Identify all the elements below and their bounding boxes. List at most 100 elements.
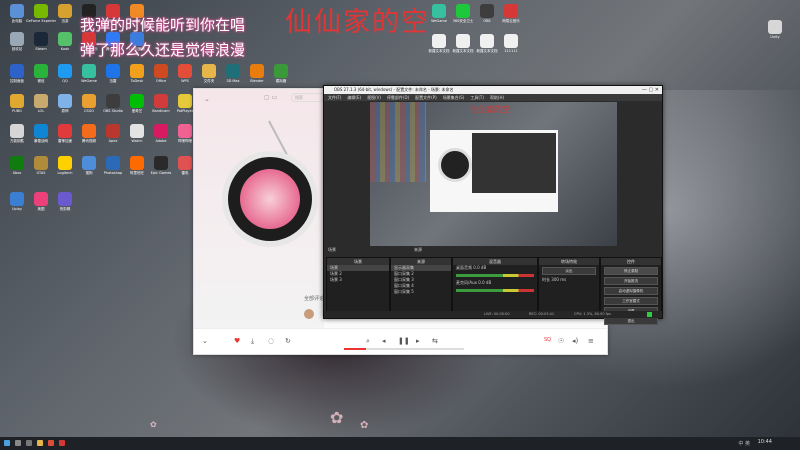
search-icon[interactable]: [15, 440, 21, 446]
transitions-header: 转场特效: [539, 258, 599, 265]
app-icon: [34, 32, 48, 46]
input-method[interactable]: 中 英: [738, 440, 750, 447]
share-icon[interactable]: ↻: [285, 337, 291, 345]
progress-bar[interactable]: [344, 348, 464, 350]
music-left-panel: ⌄ ▢ ▭ 搜索: [194, 89, 324, 329]
obs-menu-bar: 文件(F) 编辑(E) 视图(V) 停靠部件(D) 配置文件(P) 场景集合(S) 工具(T…: [324, 94, 662, 101]
next-track-icon[interactable]: ▸: [416, 337, 420, 345]
app-icon: [154, 94, 168, 108]
taskbar-clock[interactable]: 10:44: [758, 439, 772, 445]
music-taskbar-icon[interactable]: [59, 440, 65, 446]
preview-title: 仙仙家的空: [470, 105, 510, 114]
app-icon: [10, 4, 24, 18]
preview-obs-window: [472, 133, 556, 193]
app-icon: [34, 192, 48, 206]
app-icon: [456, 34, 470, 48]
control-button[interactable]: 开始推流: [604, 277, 658, 285]
obs-menu-item[interactable]: 帮助(H): [490, 95, 504, 100]
mixer-meter: [456, 289, 534, 292]
pause-icon[interactable]: ❚❚: [398, 337, 410, 345]
chevron-down-icon[interactable]: ⌄: [204, 95, 210, 103]
app-icon: [10, 192, 24, 206]
status-rec: REC: 00:03:41: [529, 312, 555, 316]
control-button[interactable]: 工作室模式: [604, 297, 658, 305]
explorer-icon[interactable]: [37, 440, 43, 446]
obs-preview[interactable]: 仙仙家的空: [370, 102, 617, 246]
album-record: [222, 151, 318, 247]
transitions-dock: 转场特效 淡出 时长 300 ms: [538, 257, 600, 312]
desktop-icon[interactable]: Unity: [760, 20, 790, 46]
sources-label: 来源: [414, 247, 422, 252]
obs-menu-item[interactable]: 视图(V): [367, 95, 381, 100]
obs-title: OBS 27.1.3 (64-bit, windows) - 配置文件: 未命名…: [334, 87, 454, 92]
zoom-icon[interactable]: ⌕: [366, 337, 370, 346]
window-tools-icon[interactable]: ▢ ▭: [264, 94, 277, 101]
status-cpu: CPU: 1.3%, 60.00 fps: [574, 312, 611, 316]
obs-menu-item[interactable]: 场景集合(S): [443, 95, 465, 100]
avatar[interactable]: [304, 309, 314, 319]
app-icon: [130, 64, 144, 78]
app-icon: [10, 94, 24, 108]
obs-menu-item[interactable]: 停靠部件(D): [387, 95, 409, 100]
app-icon: [82, 124, 96, 138]
prev-track-icon[interactable]: ◂: [382, 337, 386, 345]
obs-menu-item[interactable]: 配置文件(P): [415, 95, 437, 100]
desktop-icon[interactable]: 网易云音乐: [496, 4, 526, 30]
chevron-down-icon[interactable]: ⌄: [202, 337, 208, 345]
comment-icon[interactable]: ◌: [268, 337, 274, 345]
app-icon: [226, 64, 240, 78]
playlist-icon[interactable]: ≡: [588, 337, 594, 345]
app-icon: [58, 156, 72, 170]
transition-duration: 时长 300 ms: [542, 277, 567, 282]
app-icon: [178, 94, 192, 108]
effect-icon[interactable]: ☉: [558, 337, 564, 345]
app-icon: [82, 94, 96, 108]
app-icon: [10, 32, 24, 46]
desktop-icon-label: 快剪辑: [59, 207, 71, 211]
app-icon: [456, 4, 470, 18]
transition-select[interactable]: 淡出: [542, 267, 596, 275]
app-icon: [202, 64, 216, 78]
desktop-icon[interactable]: 模拟器: [266, 64, 296, 90]
control-button[interactable]: 退出: [604, 317, 658, 325]
app-icon: [106, 156, 120, 170]
windows-start-icon[interactable]: [4, 440, 10, 446]
desktop-icon[interactable]: 111111: [496, 34, 526, 60]
app-icon: [154, 156, 168, 170]
app-icon: [58, 124, 72, 138]
app-icon: [130, 156, 144, 170]
app-icon: [178, 64, 192, 78]
quality-badge-icon[interactable]: SQ: [544, 337, 551, 343]
desktop-icon[interactable]: 快剪辑: [50, 192, 80, 218]
source-item[interactable]: 窗口采集 5: [391, 289, 451, 295]
task-view-icon[interactable]: [26, 440, 32, 446]
scenes-label: 场景: [328, 247, 336, 252]
download-icon[interactable]: ⤓: [251, 337, 254, 346]
control-button[interactable]: 停止录制: [604, 267, 658, 275]
mixer-channel-mic: 麦克风/Aux 0.0 dB: [456, 280, 492, 285]
app-icon: [34, 4, 48, 18]
volume-icon[interactable]: ◂): [572, 337, 578, 345]
playmode-icon[interactable]: ⇆: [432, 337, 438, 345]
app-icon: [106, 124, 120, 138]
app-icon: [82, 64, 96, 78]
mixer-header: 混音器: [453, 258, 537, 265]
sources-dock: 来源 显示器采集 窗口采集 2 窗口采集 3 窗口采集 4 窗口采集 5: [390, 257, 452, 312]
chrome-icon[interactable]: [48, 440, 54, 446]
scene-item[interactable]: 场景 3: [327, 277, 389, 283]
app-icon: [58, 192, 72, 206]
preview-record: [438, 148, 472, 182]
like-heart-icon[interactable]: ♥: [234, 337, 240, 345]
obs-menu-item[interactable]: 文件(F): [328, 95, 341, 100]
search-input[interactable]: 搜索: [291, 93, 324, 102]
app-icon: [82, 156, 96, 170]
preview-desktop-icons: [370, 102, 426, 182]
control-button[interactable]: 启动虚拟摄像机: [604, 287, 658, 295]
app-icon: [130, 94, 144, 108]
obs-menu-item[interactable]: 编辑(E): [347, 95, 361, 100]
obs-menu-item[interactable]: 工具(T): [470, 95, 484, 100]
desktop-icon-label: 111111: [504, 49, 518, 53]
app-icon: [58, 64, 72, 78]
window-controls-icon[interactable]: — ▢ ✕: [642, 86, 659, 94]
app-icon: [10, 156, 24, 170]
